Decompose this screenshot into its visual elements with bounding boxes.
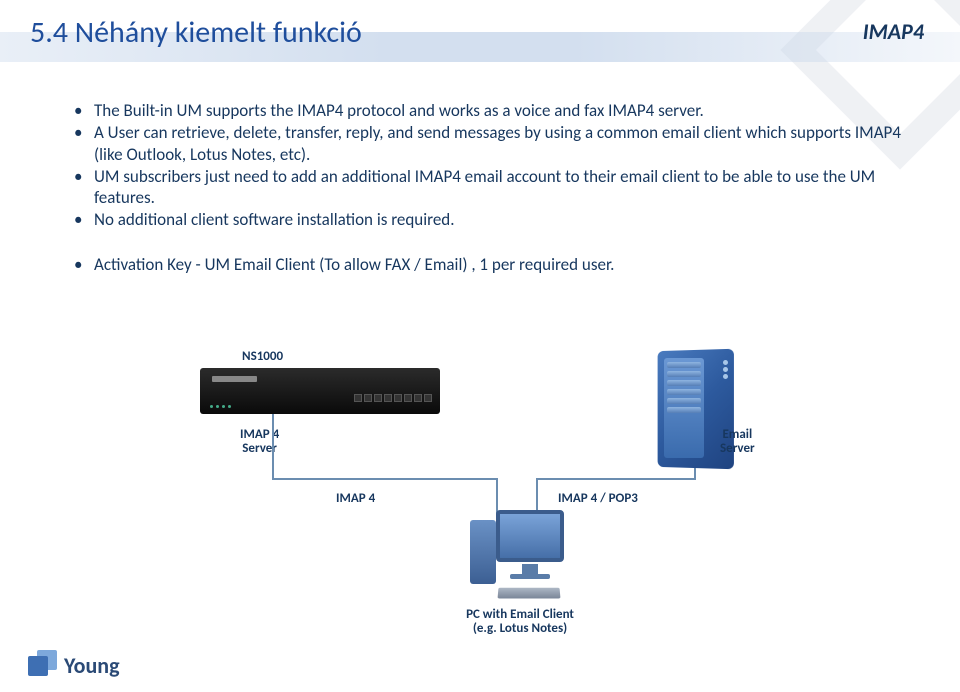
logo-icon	[28, 650, 58, 680]
brand-logo: Young	[28, 650, 120, 680]
connector-line	[272, 478, 498, 480]
bullet-2: A User can retrieve, delete, transfer, r…	[74, 122, 904, 165]
connector-line	[536, 478, 696, 480]
pc-icon	[470, 510, 566, 606]
connector-line	[272, 414, 274, 480]
label-ns1000: NS1000	[242, 350, 283, 364]
bullet-5: Activation Key - UM Email Client (To all…	[74, 254, 904, 275]
header-tag: IMAP4	[863, 18, 924, 45]
label-imap4-pop3: IMAP 4 / POP3	[558, 492, 638, 506]
label-imap4: IMAP 4	[336, 492, 375, 506]
bullet-1: The Built-in UM supports the IMAP4 proto…	[74, 100, 904, 121]
label-pc: PC with Email Client (e.g. Lotus Notes)	[450, 608, 590, 637]
network-diagram: NS1000 IMAP 4 Server Email Server IMAP 4…	[200, 350, 780, 630]
bullet-3: UM subscribers just need to add an addit…	[74, 166, 904, 209]
page-title: 5.4 Néhány kiemelt funkció	[30, 14, 362, 51]
label-email-server: Email Server	[720, 428, 755, 457]
router-icon	[200, 368, 440, 414]
logo-text: Young	[64, 652, 120, 679]
content-area: The Built-in UM supports the IMAP4 proto…	[74, 100, 904, 276]
bullet-4: No additional client software installati…	[74, 209, 904, 230]
